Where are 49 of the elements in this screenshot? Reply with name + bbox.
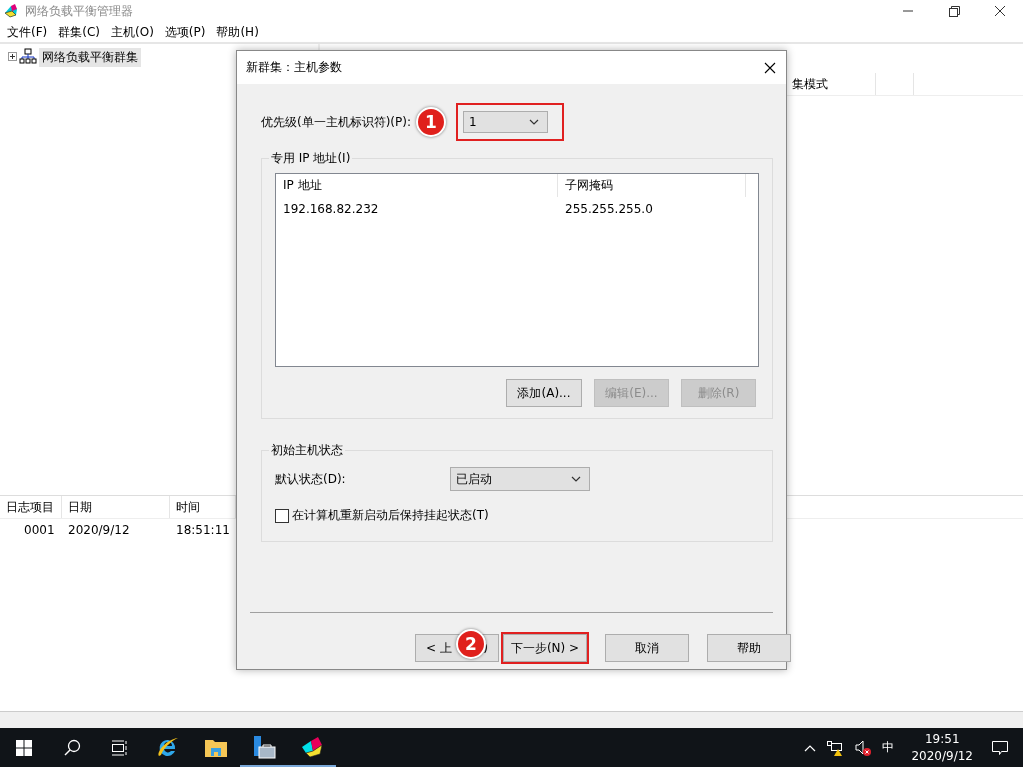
menu-item[interactable]: 群集(C) (53, 23, 106, 41)
table-cell-text: 2020/9/12 (67, 523, 131, 537)
app-icon (3, 3, 19, 19)
group-title: 初始主机状态 (270, 442, 344, 459)
default-state-label: 默认状态(D): (275, 470, 347, 488)
add-button[interactable]: 添加(A)... (506, 379, 582, 407)
tree-item[interactable]: 网络负载平衡群集 (39, 48, 141, 67)
expand-icon[interactable] (8, 52, 17, 61)
table-cell-text: 0001 (23, 523, 56, 537)
clock-time[interactable]: 19:51 (924, 730, 960, 748)
server-manager-icon[interactable] (252, 734, 276, 759)
window-title: 网络负载平衡管理器 (25, 2, 133, 20)
help-button[interactable]: 帮助 (707, 634, 791, 662)
column-header[interactable]: 子网掩码 (558, 174, 746, 197)
notification-icon[interactable] (991, 739, 1009, 756)
task-view-icon[interactable] (111, 739, 129, 756)
number-badge: 1 (416, 107, 446, 137)
clock-date[interactable]: 2020/9/12 (911, 747, 973, 765)
cancel-button[interactable]: 取消 (605, 634, 689, 662)
input-method-indicator[interactable]: 中 (882, 739, 895, 756)
column-header[interactable]: 日期 (62, 496, 170, 518)
table-cell-text: 18:51:11 (175, 523, 231, 537)
search-icon[interactable] (63, 738, 81, 757)
chevron-down-icon (529, 119, 539, 125)
state-dropdown[interactable]: 已启动 (450, 467, 590, 491)
group-title: 专用 IP 地址(I) (270, 150, 352, 167)
menu-item[interactable]: 选项(P) (159, 23, 212, 41)
table-cell-text: 255.255.255.0 (564, 201, 654, 216)
next-button[interactable]: 下一步(N) > (503, 634, 587, 662)
network-warning-icon[interactable] (826, 738, 845, 757)
windows-icon[interactable] (16, 739, 32, 756)
dialog-title: 新群集：主机参数 (246, 59, 343, 76)
priority-dropdown[interactable]: 1 (463, 111, 548, 133)
menu-item[interactable]: 帮助(H) (211, 23, 265, 41)
close-icon[interactable] (764, 61, 776, 74)
column-header[interactable]: IP 地址 (276, 174, 558, 197)
table-cell-text: 192.168.82.232 (282, 201, 380, 216)
checkbox[interactable] (275, 508, 289, 523)
menu-item[interactable]: 主机(O) (106, 23, 160, 41)
column-header[interactable]: 日志项目 (0, 496, 62, 518)
folder-icon[interactable] (204, 737, 228, 758)
menu-item[interactable]: 文件(F) (2, 23, 54, 41)
cluster-icon (19, 48, 37, 64)
app-icon[interactable] (300, 734, 324, 759)
priority-label: 优先级(单一主机标识符)(P): (261, 113, 411, 131)
checkbox-label: 在计算机重新启动后保持挂起状态(T) (292, 507, 489, 524)
chevron-up-icon[interactable] (804, 743, 817, 752)
chevron-down-icon (571, 476, 581, 482)
volume-muted-icon[interactable] (854, 738, 873, 757)
